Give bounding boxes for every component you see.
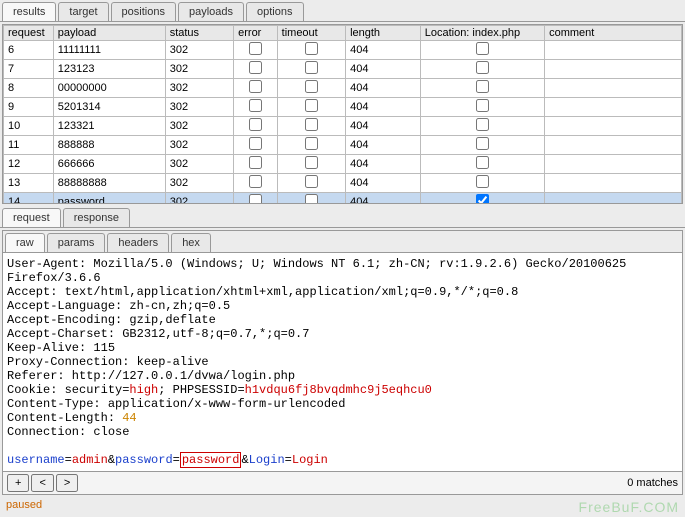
tab-params[interactable]: params xyxy=(47,233,106,252)
match-count: 0 matches xyxy=(627,477,678,489)
table-row[interactable]: 14password302404 xyxy=(4,193,682,204)
raw-line: Referer: http://127.0.0.1/dvwa/login.php xyxy=(7,369,295,383)
tab-headers[interactable]: headers xyxy=(107,233,169,252)
location-checkbox[interactable] xyxy=(476,175,489,188)
col-length[interactable]: length xyxy=(346,26,421,41)
status-bar: paused FreeBuF.COM xyxy=(0,497,685,517)
tab-hex[interactable]: hex xyxy=(171,233,211,252)
timeout-checkbox[interactable] xyxy=(305,80,318,93)
detail-tabs: request response xyxy=(0,206,685,228)
col-request[interactable]: request xyxy=(4,26,54,41)
table-row[interactable]: 10123321302404 xyxy=(4,117,682,136)
location-checkbox[interactable] xyxy=(476,194,489,203)
raw-line: Keep-Alive: 115 xyxy=(7,341,115,355)
tab-response[interactable]: response xyxy=(63,208,130,227)
next-button[interactable]: > xyxy=(56,474,78,492)
raw-line: ; PHPSESSID= xyxy=(158,383,244,397)
timeout-checkbox[interactable] xyxy=(305,175,318,188)
error-checkbox[interactable] xyxy=(249,118,262,131)
error-checkbox[interactable] xyxy=(249,194,262,203)
timeout-checkbox[interactable] xyxy=(305,42,318,55)
table-row[interactable]: 12666666302404 xyxy=(4,155,682,174)
content-length-value: 44 xyxy=(122,411,136,425)
col-timeout[interactable]: timeout xyxy=(277,26,345,41)
col-status[interactable]: status xyxy=(165,26,233,41)
top-tabs: results target positions payloads option… xyxy=(0,0,685,22)
param-username-val: admin xyxy=(72,453,108,467)
tab-raw[interactable]: raw xyxy=(5,233,45,252)
watermark: FreeBuF.COM xyxy=(579,499,679,515)
add-button[interactable]: + xyxy=(7,474,29,492)
search-bar: + < > 0 matches xyxy=(3,471,682,494)
col-location[interactable]: Location: index.php xyxy=(420,26,544,41)
raw-line: Content-Length: xyxy=(7,411,122,425)
location-checkbox[interactable] xyxy=(476,137,489,150)
table-row[interactable]: 611111111302404 xyxy=(4,41,682,60)
cookie-security: high xyxy=(129,383,158,397)
table-row[interactable]: 95201314302404 xyxy=(4,98,682,117)
location-checkbox[interactable] xyxy=(476,156,489,169)
results-table-scroll[interactable]: request payload status error timeout len… xyxy=(3,25,682,203)
sub-tabs: raw params headers hex xyxy=(3,231,682,253)
raw-line: Accept-Language: zh-cn,zh;q=0.5 xyxy=(7,299,230,313)
col-comment[interactable]: comment xyxy=(545,26,682,41)
table-row[interactable]: 800000000302404 xyxy=(4,79,682,98)
location-checkbox[interactable] xyxy=(476,61,489,74)
timeout-checkbox[interactable] xyxy=(305,99,318,112)
timeout-checkbox[interactable] xyxy=(305,156,318,169)
tab-results[interactable]: results xyxy=(2,2,56,21)
raw-line: Cookie: security= xyxy=(7,383,129,397)
detail-panel: raw params headers hex User-Agent: Mozil… xyxy=(2,230,683,495)
error-checkbox[interactable] xyxy=(249,99,262,112)
tab-payloads[interactable]: payloads xyxy=(178,2,244,21)
prev-button[interactable]: < xyxy=(31,474,53,492)
cookie-phpsessid: h1vdqu6fj8bvqdmhc9j5eqhcu0 xyxy=(245,383,432,397)
raw-line: Proxy-Connection: keep-alive xyxy=(7,355,209,369)
location-checkbox[interactable] xyxy=(476,42,489,55)
timeout-checkbox[interactable] xyxy=(305,118,318,131)
raw-line: Accept-Encoding: gzip,deflate xyxy=(7,313,216,327)
location-checkbox[interactable] xyxy=(476,99,489,112)
param-password-key: password xyxy=(115,453,173,467)
raw-text[interactable]: User-Agent: Mozilla/5.0 (Windows; U; Win… xyxy=(3,253,682,471)
raw-line: Content-Type: application/x-www-form-url… xyxy=(7,397,345,411)
param-username-key: username xyxy=(7,453,65,467)
param-login-key: Login xyxy=(249,453,285,467)
tab-request[interactable]: request xyxy=(2,208,61,227)
raw-line: User-Agent: Mozilla/5.0 (Windows; U; Win… xyxy=(7,257,634,285)
error-checkbox[interactable] xyxy=(249,175,262,188)
timeout-checkbox[interactable] xyxy=(305,61,318,74)
location-checkbox[interactable] xyxy=(476,80,489,93)
table-row[interactable]: 11888888302404 xyxy=(4,136,682,155)
timeout-checkbox[interactable] xyxy=(305,194,318,203)
error-checkbox[interactable] xyxy=(249,156,262,169)
error-checkbox[interactable] xyxy=(249,42,262,55)
error-checkbox[interactable] xyxy=(249,80,262,93)
col-error[interactable]: error xyxy=(234,26,278,41)
tab-positions[interactable]: positions xyxy=(111,2,176,21)
results-panel: request payload status error timeout len… xyxy=(2,24,683,204)
error-checkbox[interactable] xyxy=(249,137,262,150)
location-checkbox[interactable] xyxy=(476,118,489,131)
status-text: paused xyxy=(6,499,42,515)
tab-target[interactable]: target xyxy=(58,2,108,21)
raw-line: Accept-Charset: GB2312,utf-8;q=0.7,*;q=0… xyxy=(7,327,309,341)
tab-options[interactable]: options xyxy=(246,2,303,21)
results-table: request payload status error timeout len… xyxy=(3,25,682,203)
param-login-val: Login xyxy=(292,453,328,467)
timeout-checkbox[interactable] xyxy=(305,137,318,150)
table-row[interactable]: 7123123302404 xyxy=(4,60,682,79)
param-password-val: password xyxy=(180,452,242,468)
error-checkbox[interactable] xyxy=(249,61,262,74)
table-row[interactable]: 1388888888302404 xyxy=(4,174,682,193)
raw-line: Connection: close xyxy=(7,425,129,439)
raw-line: Accept: text/html,application/xhtml+xml,… xyxy=(7,285,518,299)
col-payload[interactable]: payload xyxy=(53,26,165,41)
